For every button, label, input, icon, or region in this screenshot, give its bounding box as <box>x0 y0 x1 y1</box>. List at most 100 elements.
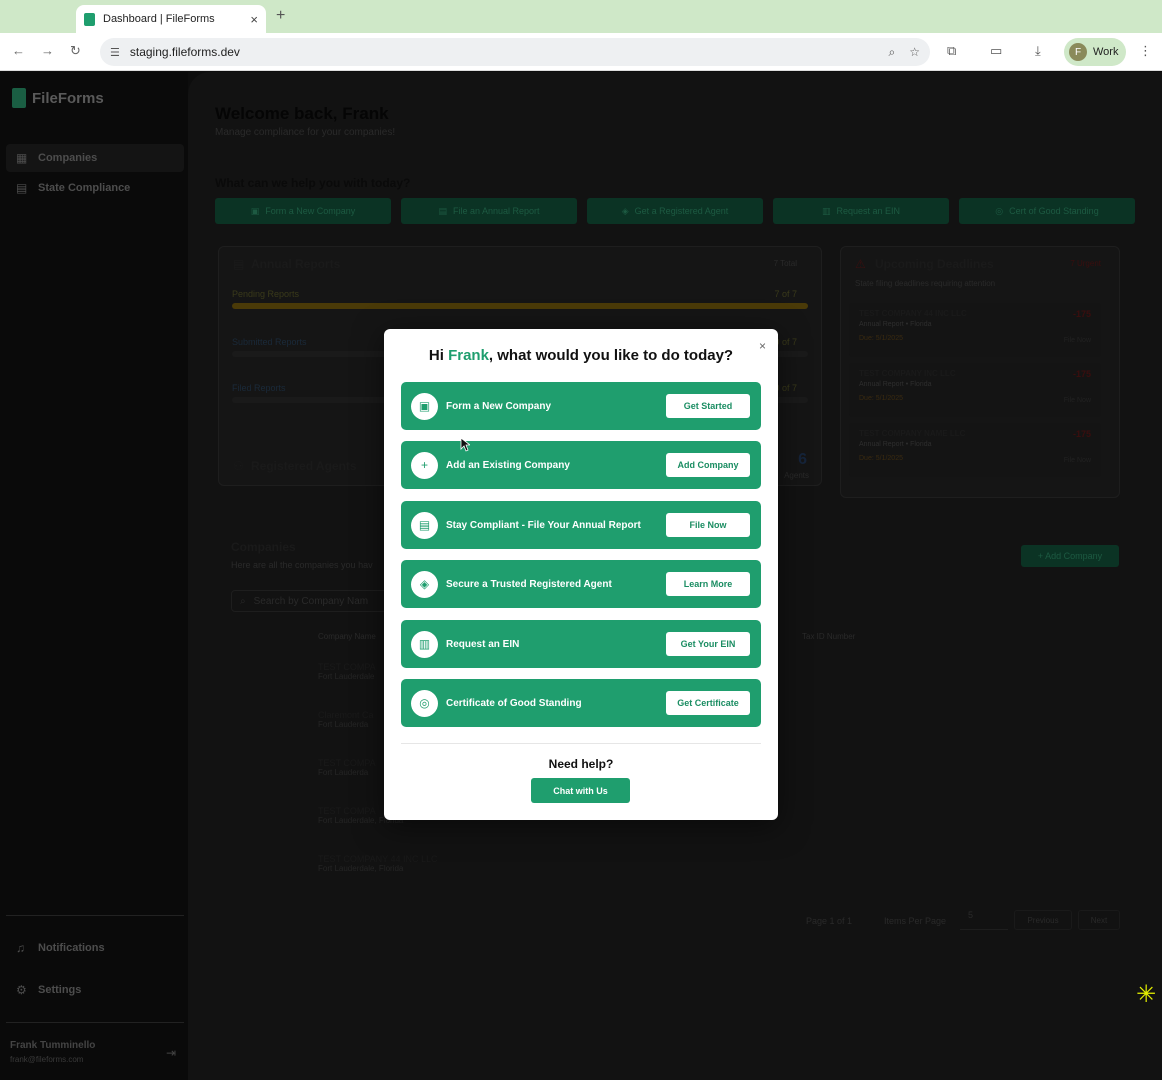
option-add-existing-company[interactable]: + Add an Existing Company Add Company <box>401 441 761 489</box>
document-icon: ▤ <box>411 511 438 539</box>
company-city: Fort Lauderda <box>318 720 369 729</box>
asterisk-widget-icon[interactable]: ✳ <box>1136 980 1156 1009</box>
company-city: Fort Lauderdale <box>318 672 375 681</box>
deadline-days: -175 <box>1072 309 1091 319</box>
table-row[interactable]: TEST COMPA Fort Lauderda <box>318 758 376 777</box>
briefcase-icon: ▣ <box>411 392 438 420</box>
sidebar-item-label: Notifications <box>38 942 105 954</box>
avatar: F <box>1069 43 1087 61</box>
file-now-button[interactable]: File Now <box>666 513 750 537</box>
briefcase-icon: ▣ <box>250 205 260 216</box>
screen-search-icon[interactable]: ▭ <box>990 43 1002 59</box>
progress-bar <box>232 303 808 309</box>
deadline-due: Due: 5/1/2025 <box>859 335 903 342</box>
sidebar-item-state-compliance[interactable]: ▤ State Compliance <box>6 174 184 202</box>
page-subtitle: Manage compliance for your companies! <box>215 127 396 138</box>
need-help-heading: Need help? <box>548 757 614 771</box>
get-started-button[interactable]: Get Started <box>666 394 750 418</box>
urgent-badge: 7 Urgent <box>1070 259 1101 268</box>
sidebar-item-label: Companies <box>38 152 98 164</box>
url-text[interactable]: staging.fileforms.dev <box>130 45 875 59</box>
get-your-ein-button[interactable]: Get Your EIN <box>666 632 750 656</box>
sidebar: FileForms ▦ Companies ▤ State Compliance… <box>0 72 188 1080</box>
site-settings-icon[interactable]: ☰ <box>110 46 120 59</box>
upcoming-deadlines-card: ⚠ Upcoming Deadlines 7 Urgent State fili… <box>840 246 1120 498</box>
forward-icon[interactable]: → <box>41 43 54 58</box>
company-name: TEST COMPA <box>318 758 376 768</box>
page-indicator: Page 1 of 1 <box>806 916 853 926</box>
logout-icon[interactable]: ⇥ <box>166 1046 176 1060</box>
next-page-button[interactable]: Next <box>1078 910 1120 930</box>
modal-title: Hi Frank, what would you like to do toda… <box>384 347 778 364</box>
previous-page-button[interactable]: Previous <box>1014 910 1072 930</box>
option-annual-report[interactable]: ▤ Stay Compliant - File Your Annual Repo… <box>401 501 761 549</box>
quick-action-ein[interactable]: ▥ Request an EIN <box>773 198 949 224</box>
welcome-action-modal: × Hi Frank, what would you like to do to… <box>384 329 778 820</box>
company-city: Fort Lauderdale, Florida <box>318 864 404 873</box>
new-tab-button[interactable]: + <box>276 7 285 25</box>
browser-toolbar: ← → ↻ ☰ staging.fileforms.dev ⌕ ☆ ⧉ ▭ ⤓ … <box>0 33 1162 71</box>
award-icon: ◎ <box>411 689 438 717</box>
table-row[interactable]: Claremont Ca Fort Lauderda <box>318 710 374 729</box>
chat-with-us-button[interactable]: Chat with Us <box>531 778 630 803</box>
address-bar[interactable]: ☰ staging.fileforms.dev ⌕ ☆ <box>100 38 930 66</box>
items-per-page-select[interactable]: 5 <box>960 910 1008 930</box>
quick-action-annual-report[interactable]: ▤ File an Annual Report <box>401 198 577 224</box>
gear-icon: ⚙ <box>16 983 27 997</box>
shield-icon: ◈ <box>621 205 629 216</box>
fileforms-logo[interactable]: FileForms <box>12 88 104 108</box>
option-good-standing[interactable]: ◎ Certificate of Good Standing Get Certi… <box>401 679 761 727</box>
add-company-button[interactable]: Add Company <box>666 453 750 477</box>
company-name: TEST COMPANY 44 INC LLC <box>318 854 438 864</box>
get-certificate-button[interactable]: Get Certificate <box>666 691 750 715</box>
quick-action-label: Form a New Company <box>265 206 356 216</box>
deadline-type: Annual Report • Florida <box>859 381 932 388</box>
learn-more-button[interactable]: Learn More <box>666 572 750 596</box>
table-row[interactable]: TEST COMPANY 44 INC LLC Fort Lauderdale, … <box>318 854 438 873</box>
zoom-icon[interactable]: ⌕ <box>889 45 896 60</box>
download-icon[interactable]: ⤓ <box>1035 43 1041 59</box>
bank-icon: ▥ <box>411 630 438 658</box>
kebab-menu-icon[interactable]: ⋮ <box>1139 43 1152 59</box>
quick-action-registered-agent[interactable]: ◈ Get a Registered Agent <box>587 198 763 224</box>
option-request-ein[interactable]: ▥ Request an EIN Get Your EIN <box>401 620 761 668</box>
tab-close-icon[interactable]: × <box>250 12 258 27</box>
file-now-link[interactable]: File Now <box>1064 457 1091 464</box>
quick-action-form-company[interactable]: ▣ Form a New Company <box>215 198 391 224</box>
add-company-button[interactable]: + Add Company <box>1021 545 1119 567</box>
bookmark-star-icon[interactable]: ☆ <box>909 45 920 59</box>
card-title: Annual Reports <box>251 257 341 271</box>
profile-chip[interactable]: F Work <box>1064 38 1126 66</box>
browser-tab[interactable]: Dashboard | FileForms × <box>76 5 266 33</box>
progress-count: 7 of 7 <box>774 289 797 299</box>
deadline-company: TEST COMPANY NAME LLC <box>859 429 966 438</box>
deadline-days: -175 <box>1072 429 1091 439</box>
reload-icon[interactable]: ↻ <box>70 43 81 59</box>
deadline-company: TEST COMPANY 44 INC LLC <box>859 309 967 318</box>
agents-count: 6 <box>798 451 807 468</box>
document-check-icon: ▤ <box>16 181 28 195</box>
user-email: frank@fileforms.com <box>10 1055 84 1064</box>
deadline-type: Annual Report • Florida <box>859 321 932 328</box>
deadline-days: -175 <box>1072 369 1091 379</box>
items-per-page-label: Items Per Page <box>884 916 947 926</box>
file-now-link[interactable]: File Now <box>1064 397 1091 404</box>
sidebar-item-settings[interactable]: ⚙ Settings <box>6 976 184 1004</box>
mouse-cursor-icon <box>460 437 470 452</box>
deadline-type: Annual Report • Florida <box>859 441 932 448</box>
option-registered-agent[interactable]: ◈ Secure a Trusted Registered Agent Lear… <box>401 560 761 608</box>
option-form-company[interactable]: ▣ Form a New Company Get Started <box>401 382 761 430</box>
quick-action-good-standing[interactable]: ◎ Cert of Good Standing <box>959 198 1135 224</box>
modal-divider <box>401 743 761 744</box>
back-icon[interactable]: ← <box>12 43 25 58</box>
extensions-icon[interactable]: ⧉ <box>947 43 956 59</box>
sidebar-item-companies[interactable]: ▦ Companies <box>6 144 184 172</box>
tab-title: Dashboard | FileForms <box>103 13 215 25</box>
table-row[interactable]: TEST COMPA Fort Lauderdale <box>318 662 376 681</box>
deadline-due: Due: 5/1/2025 <box>859 455 903 462</box>
companies-subtitle: Here are all the companies you hav <box>231 560 373 570</box>
file-now-link[interactable]: File Now <box>1064 337 1091 344</box>
sidebar-item-notifications[interactable]: ♫ Notifications <box>6 934 184 962</box>
sidebar-item-label: State Compliance <box>38 182 131 194</box>
greeting-name: Frank <box>448 347 489 364</box>
